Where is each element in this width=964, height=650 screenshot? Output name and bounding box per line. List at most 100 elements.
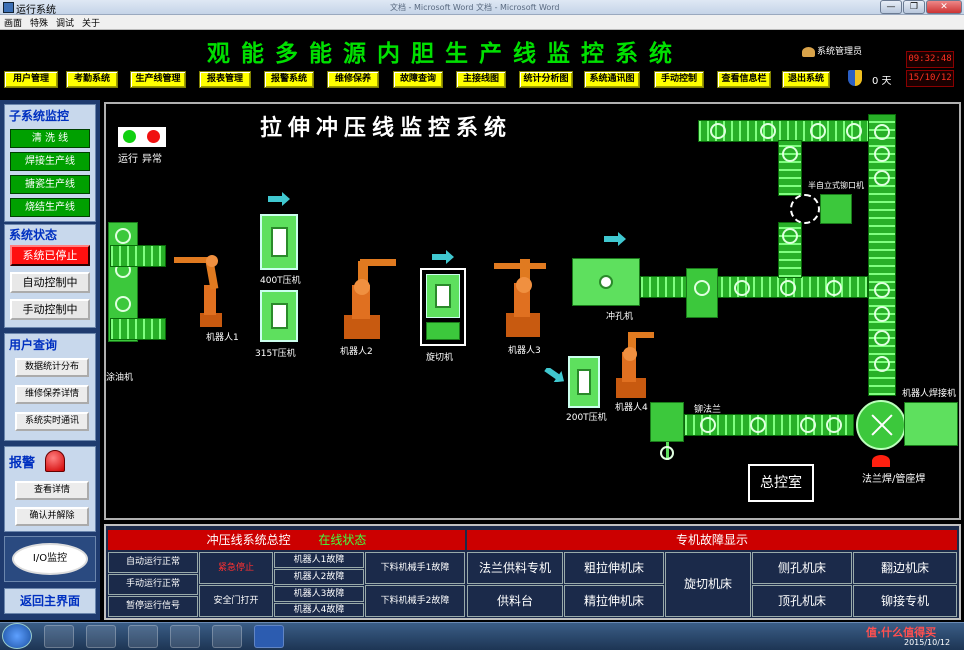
word-taskbar-icon[interactable] bbox=[254, 625, 284, 648]
press-315t[interactable] bbox=[260, 290, 298, 342]
top-conveyor bbox=[698, 120, 894, 142]
punch-machine[interactable] bbox=[572, 258, 640, 306]
semi-auto-riveter[interactable] bbox=[790, 194, 820, 224]
nav-exit[interactable]: 退出系统 bbox=[782, 71, 830, 88]
spin-cut-label: 旋切机 bbox=[426, 353, 454, 363]
legend-box bbox=[118, 127, 166, 147]
robot2-fault: 机器人2故障 bbox=[274, 569, 364, 585]
robot1-label: 机器人1 bbox=[206, 333, 239, 343]
left-sidebar: 子系统监控 清 洗 线 焊接生产线 搪瓷生产线 烧结生产线 系统状态 系统已停止… bbox=[0, 100, 100, 620]
nav-production-line[interactable]: 生产线管理 bbox=[130, 71, 186, 88]
press-400t[interactable] bbox=[260, 214, 298, 270]
conveyor-roller bbox=[800, 417, 816, 433]
conveyor-roller bbox=[694, 280, 710, 296]
legend-run-label: 运行 bbox=[118, 154, 138, 165]
nav-reports[interactable]: 报表管理 bbox=[199, 71, 251, 88]
oiler-roller bbox=[115, 296, 131, 312]
feeder-roller bbox=[660, 446, 674, 460]
run-light-icon bbox=[123, 130, 136, 143]
conveyor-roller bbox=[874, 306, 890, 322]
legend-fault-label: 异常 bbox=[142, 154, 162, 165]
subsystem-enamel-line[interactable]: 搪瓷生产线 bbox=[10, 175, 90, 194]
browser-taskbar-icon[interactable] bbox=[44, 625, 74, 648]
menu-item-screen[interactable]: 画面 bbox=[0, 15, 26, 29]
conveyor-roller bbox=[826, 417, 842, 433]
nav-communication[interactable]: 系统通讯图 bbox=[584, 71, 640, 88]
feed-table-fault: 供料台 bbox=[467, 585, 563, 617]
nav-wiring-diagram[interactable]: 主接线图 bbox=[456, 71, 506, 88]
conveyor-roller bbox=[710, 123, 726, 139]
robot3-label: 机器人3 bbox=[508, 346, 541, 356]
semi-auto-label: 半自立式铆口机 bbox=[808, 181, 864, 190]
online-status: 在线状态 bbox=[318, 533, 367, 547]
alarm-title: 报警 bbox=[9, 456, 36, 471]
control-room-button[interactable]: 总控室 bbox=[748, 464, 814, 502]
emergency-stop-status: 紧急停止 bbox=[199, 552, 273, 584]
data-statistics-button[interactable]: 数据统计分布 bbox=[15, 358, 89, 377]
io-monitor-button[interactable]: I/O监控 bbox=[12, 543, 88, 575]
app-taskbar-icon[interactable] bbox=[212, 625, 242, 648]
menu-bar: 画面 特殊 调试 关于 bbox=[0, 15, 964, 30]
maximize-button[interactable]: ❐ bbox=[903, 0, 925, 14]
nav-info-bar[interactable]: 查看信息栏 bbox=[717, 71, 771, 88]
menu-item-special[interactable]: 特殊 bbox=[26, 15, 52, 29]
subsystem-cleaning-line[interactable]: 清 洗 线 bbox=[10, 129, 90, 148]
realtime-comm-button[interactable]: 系统实时通讯 bbox=[15, 412, 89, 431]
robot-2[interactable] bbox=[330, 255, 400, 341]
arrow-right-icon bbox=[268, 192, 290, 206]
flange-rivet-station[interactable] bbox=[650, 402, 684, 442]
app-taskbar-icon[interactable] bbox=[170, 625, 200, 648]
conveyor-roller bbox=[782, 228, 798, 244]
uptime-days: 0 天 bbox=[872, 76, 892, 87]
arrow-right-icon bbox=[604, 232, 626, 246]
punch-label: 冲孔机 bbox=[606, 312, 634, 322]
conveyor-roller bbox=[874, 170, 890, 186]
nav-attendance[interactable]: 考勤系统 bbox=[66, 71, 118, 88]
menu-item-debug[interactable]: 调试 bbox=[52, 15, 78, 29]
robot-1[interactable] bbox=[170, 245, 236, 330]
press-200t[interactable] bbox=[568, 356, 600, 408]
page-title: 观能多能源内胆生产线监控系统 bbox=[207, 40, 683, 67]
robot-4[interactable] bbox=[606, 328, 656, 400]
maintenance-details-button[interactable]: 维修保养详情 bbox=[15, 385, 89, 404]
conveyor-roller bbox=[826, 280, 842, 296]
riveter-station bbox=[820, 194, 852, 224]
nav-fault-query[interactable]: 故障查询 bbox=[393, 71, 443, 88]
robot-3[interactable] bbox=[490, 255, 552, 339]
conveyor-roller bbox=[874, 356, 890, 372]
menu-item-about[interactable]: 关于 bbox=[78, 15, 104, 29]
manual-control-button[interactable]: 手动控制中 bbox=[10, 299, 90, 320]
rough-drawing-fault: 粗拉伸机床 bbox=[564, 552, 664, 584]
subsystem-sintering-line[interactable]: 烧结生产线 bbox=[10, 198, 90, 217]
nav-user-management[interactable]: 用户管理 bbox=[4, 71, 58, 88]
auto-run-status: 自动运行正常 bbox=[108, 552, 198, 573]
app-taskbar-icon[interactable] bbox=[128, 625, 158, 648]
line-control-header: 冲压线系统总控 在线状态 bbox=[108, 530, 465, 550]
arrow-down-right-icon bbox=[544, 368, 565, 382]
users-icon bbox=[802, 46, 815, 57]
manipulator2-fault: 下料机械手2故障 bbox=[365, 585, 465, 617]
back-to-main-button[interactable]: 返回主界面 bbox=[5, 592, 95, 609]
robot1-fault: 机器人1故障 bbox=[274, 552, 364, 568]
subsystem-welding-line[interactable]: 焊接生产线 bbox=[10, 152, 90, 171]
flange-feeder-fault: 法兰供料专机 bbox=[467, 552, 563, 584]
start-button[interactable] bbox=[2, 623, 32, 649]
minimize-button[interactable]: — bbox=[880, 0, 902, 14]
acknowledge-button[interactable]: 确认并解除 bbox=[15, 507, 89, 526]
nav-alarm-system[interactable]: 报警系统 bbox=[264, 71, 314, 88]
welder-alarm-light bbox=[872, 455, 890, 467]
robot-welder-label: 机器人焊接机 bbox=[902, 389, 957, 399]
nav-statistics[interactable]: 统计分析图 bbox=[519, 71, 573, 88]
spin-cutter[interactable] bbox=[420, 268, 466, 346]
alarm-panel: 报警 查看详情 确认并解除 bbox=[4, 446, 96, 532]
close-button[interactable]: ✕ bbox=[926, 0, 962, 14]
auto-control-button[interactable]: 自动控制中 bbox=[10, 272, 90, 293]
nav-maintenance[interactable]: 维修保养 bbox=[327, 71, 379, 88]
manipulator1-fault: 下料机械手1故障 bbox=[365, 552, 465, 584]
welding-turntable[interactable] bbox=[856, 400, 906, 450]
view-details-button[interactable]: 查看详情 bbox=[15, 481, 89, 500]
nav-manual-control[interactable]: 手动控制 bbox=[654, 71, 704, 88]
fault-display-header: 专机故障显示 bbox=[467, 530, 957, 550]
conveyor-roller bbox=[750, 417, 766, 433]
folder-taskbar-icon[interactable] bbox=[86, 625, 116, 648]
